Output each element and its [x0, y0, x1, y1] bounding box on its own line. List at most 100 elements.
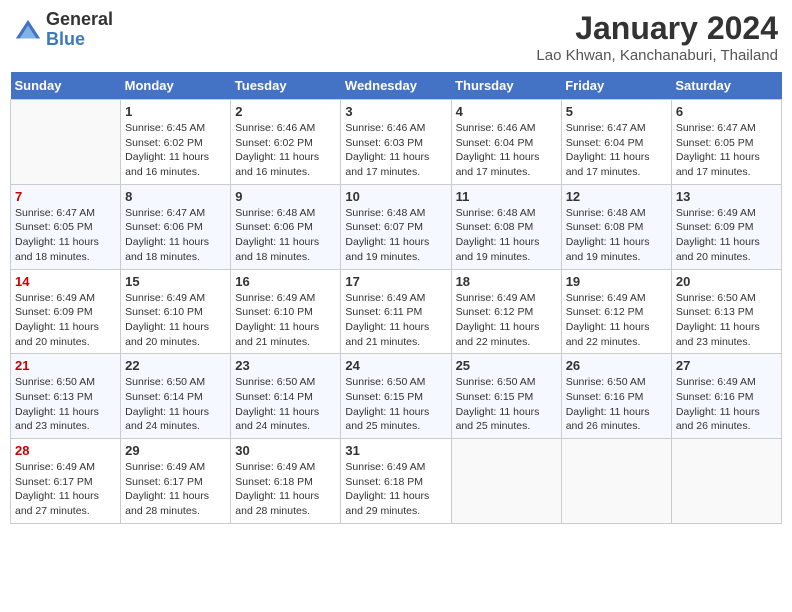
day-number: 20 — [676, 274, 777, 289]
calendar-cell: 12 Sunrise: 6:48 AMSunset: 6:08 PMDayligh… — [561, 184, 671, 269]
day-info: Sunrise: 6:46 AMSunset: 6:03 PMDaylight:… — [345, 121, 446, 180]
calendar-cell: 31 Sunrise: 6:49 AMSunset: 6:18 PMDayligh… — [341, 439, 451, 524]
logo-text: General Blue — [46, 10, 113, 50]
day-number: 6 — [676, 104, 777, 119]
calendar-cell: 28 Sunrise: 6:49 AMSunset: 6:17 PMDayligh… — [11, 439, 121, 524]
day-info: Sunrise: 6:49 AMSunset: 6:17 PMDaylight:… — [125, 460, 226, 519]
day-number: 13 — [676, 189, 777, 204]
calendar-cell: 6 Sunrise: 6:47 AMSunset: 6:05 PMDaylight… — [671, 100, 781, 185]
calendar-cell: 4 Sunrise: 6:46 AMSunset: 6:04 PMDaylight… — [451, 100, 561, 185]
calendar-cell: 3 Sunrise: 6:46 AMSunset: 6:03 PMDaylight… — [341, 100, 451, 185]
day-info: Sunrise: 6:49 AMSunset: 6:09 PMDaylight:… — [676, 206, 777, 265]
day-number: 30 — [235, 443, 336, 458]
day-number: 11 — [456, 189, 557, 204]
day-number: 26 — [566, 358, 667, 373]
calendar-cell: 24 Sunrise: 6:50 AMSunset: 6:15 PMDayligh… — [341, 354, 451, 439]
day-number: 10 — [345, 189, 446, 204]
calendar-cell: 2 Sunrise: 6:46 AMSunset: 6:02 PMDaylight… — [231, 100, 341, 185]
day-number: 24 — [345, 358, 446, 373]
logo-blue: Blue — [46, 30, 113, 50]
calendar-cell — [11, 100, 121, 185]
calendar-table: SundayMondayTuesdayWednesdayThursdayFrid… — [10, 72, 782, 524]
day-number: 25 — [456, 358, 557, 373]
calendar-header-row: SundayMondayTuesdayWednesdayThursdayFrid… — [11, 72, 782, 100]
calendar-cell: 5Sunrise: 6:47 AMSunset: 6:04 PMDaylight… — [561, 100, 671, 185]
calendar-cell: 30 Sunrise: 6:49 AMSunset: 6:18 PMDayligh… — [231, 439, 341, 524]
day-info: Sunrise: 6:49 AMSunset: 6:18 PMDaylight:… — [235, 460, 336, 519]
day-info: Sunrise: 6:49 AMSunset: 6:18 PMDaylight:… — [345, 460, 446, 519]
day-info: Sunrise: 6:48 AMSunset: 6:07 PMDaylight:… — [345, 206, 446, 265]
day-number: 29 — [125, 443, 226, 458]
title-block: January 2024 Lao Khwan, Kanchanaburi, Th… — [536, 10, 778, 64]
day-number: 12 — [566, 189, 667, 204]
calendar-cell: 21 Sunrise: 6:50 AMSunset: 6:13 PMDayligh… — [11, 354, 121, 439]
calendar-cell: 10 Sunrise: 6:48 AMSunset: 6:07 PMDayligh… — [341, 184, 451, 269]
day-info: Sunrise: 6:47 AMSunset: 6:05 PMDaylight:… — [676, 121, 777, 180]
day-number: 17 — [345, 274, 446, 289]
day-number: 23 — [235, 358, 336, 373]
day-number: 9 — [235, 189, 336, 204]
calendar-cell: 14 Sunrise: 6:49 AMSunset: 6:09 PMDayligh… — [11, 269, 121, 354]
day-number: 4 — [456, 104, 557, 119]
month-title: January 2024 — [536, 10, 778, 47]
day-info: Sunrise: 6:46 AMSunset: 6:04 PMDaylight:… — [456, 121, 557, 180]
calendar-week-row: 21 Sunrise: 6:50 AMSunset: 6:13 PMDayligh… — [11, 354, 782, 439]
calendar-cell: 22Sunrise: 6:50 AMSunset: 6:14 PMDayligh… — [121, 354, 231, 439]
day-info: Sunrise: 6:48 AMSunset: 6:08 PMDaylight:… — [566, 206, 667, 265]
calendar-header-monday: Monday — [121, 72, 231, 100]
calendar-cell: 11Sunrise: 6:48 AMSunset: 6:08 PMDayligh… — [451, 184, 561, 269]
calendar-cell: 16Sunrise: 6:49 AMSunset: 6:10 PMDayligh… — [231, 269, 341, 354]
day-info: Sunrise: 6:50 AMSunset: 6:14 PMDaylight:… — [235, 375, 336, 434]
day-info: Sunrise: 6:50 AMSunset: 6:16 PMDaylight:… — [566, 375, 667, 434]
day-number: 14 — [15, 274, 116, 289]
day-number: 1 — [125, 104, 226, 119]
calendar-week-row: 1 Sunrise: 6:45 AMSunset: 6:02 PMDaylight… — [11, 100, 782, 185]
calendar-cell: 1 Sunrise: 6:45 AMSunset: 6:02 PMDaylight… — [121, 100, 231, 185]
calendar-week-row: 14 Sunrise: 6:49 AMSunset: 6:09 PMDayligh… — [11, 269, 782, 354]
calendar-header-sunday: Sunday — [11, 72, 121, 100]
day-number: 22 — [125, 358, 226, 373]
day-info: Sunrise: 6:46 AMSunset: 6:02 PMDaylight:… — [235, 121, 336, 180]
logo-general: General — [46, 10, 113, 30]
calendar-header-wednesday: Wednesday — [341, 72, 451, 100]
logo-icon — [14, 18, 42, 46]
calendar-cell: 27Sunrise: 6:49 AMSunset: 6:16 PMDayligh… — [671, 354, 781, 439]
day-info: Sunrise: 6:49 AMSunset: 6:12 PMDaylight:… — [456, 291, 557, 350]
day-number: 31 — [345, 443, 446, 458]
calendar-week-row: 28 Sunrise: 6:49 AMSunset: 6:17 PMDayligh… — [11, 439, 782, 524]
calendar-cell: 15Sunrise: 6:49 AMSunset: 6:10 PMDayligh… — [121, 269, 231, 354]
calendar-cell: 25 Sunrise: 6:50 AMSunset: 6:15 PMDayligh… — [451, 354, 561, 439]
day-info: Sunrise: 6:50 AMSunset: 6:15 PMDaylight:… — [345, 375, 446, 434]
day-number: 18 — [456, 274, 557, 289]
day-info: Sunrise: 6:49 AMSunset: 6:11 PMDaylight:… — [345, 291, 446, 350]
day-number: 3 — [345, 104, 446, 119]
day-info: Sunrise: 6:47 AMSunset: 6:05 PMDaylight:… — [15, 206, 116, 265]
calendar-header-saturday: Saturday — [671, 72, 781, 100]
calendar-cell: 13 Sunrise: 6:49 AMSunset: 6:09 PMDayligh… — [671, 184, 781, 269]
day-info: Sunrise: 6:47 AMSunset: 6:06 PMDaylight:… — [125, 206, 226, 265]
day-info: Sunrise: 6:50 AMSunset: 6:15 PMDaylight:… — [456, 375, 557, 434]
day-info: Sunrise: 6:49 AMSunset: 6:17 PMDaylight:… — [15, 460, 116, 519]
day-number: 19 — [566, 274, 667, 289]
day-info: Sunrise: 6:49 AMSunset: 6:10 PMDaylight:… — [125, 291, 226, 350]
calendar-header-thursday: Thursday — [451, 72, 561, 100]
calendar-cell: 20 Sunrise: 6:50 AMSunset: 6:13 PMDayligh… — [671, 269, 781, 354]
calendar-cell: 17 Sunrise: 6:49 AMSunset: 6:11 PMDayligh… — [341, 269, 451, 354]
day-info: Sunrise: 6:49 AMSunset: 6:12 PMDaylight:… — [566, 291, 667, 350]
calendar-cell: 23 Sunrise: 6:50 AMSunset: 6:14 PMDayligh… — [231, 354, 341, 439]
day-number: 21 — [15, 358, 116, 373]
day-info: Sunrise: 6:49 AMSunset: 6:16 PMDaylight:… — [676, 375, 777, 434]
calendar-cell: 18 Sunrise: 6:49 AMSunset: 6:12 PMDayligh… — [451, 269, 561, 354]
day-number: 2 — [235, 104, 336, 119]
calendar-cell — [671, 439, 781, 524]
calendar-cell — [561, 439, 671, 524]
day-info: Sunrise: 6:50 AMSunset: 6:13 PMDaylight:… — [15, 375, 116, 434]
day-info: Sunrise: 6:50 AMSunset: 6:13 PMDaylight:… — [676, 291, 777, 350]
day-info: Sunrise: 6:45 AMSunset: 6:02 PMDaylight:… — [125, 121, 226, 180]
day-info: Sunrise: 6:47 AMSunset: 6:04 PMDaylight:… — [566, 121, 667, 180]
day-number: 28 — [15, 443, 116, 458]
day-info: Sunrise: 6:49 AMSunset: 6:09 PMDaylight:… — [15, 291, 116, 350]
logo: General Blue — [14, 10, 113, 50]
calendar-header-tuesday: Tuesday — [231, 72, 341, 100]
calendar-cell: 8Sunrise: 6:47 AMSunset: 6:06 PMDaylight… — [121, 184, 231, 269]
